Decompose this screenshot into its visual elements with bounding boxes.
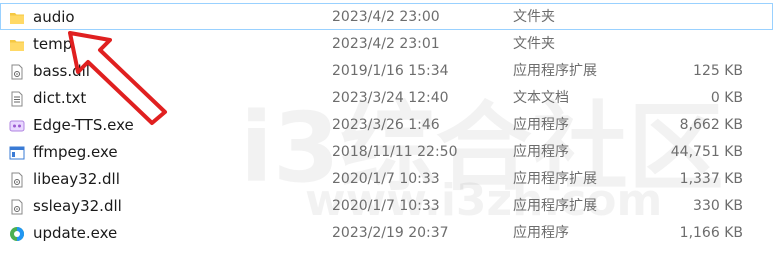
file-size: 44,751 KB xyxy=(670,144,743,160)
file-size: 8,662 KB xyxy=(679,117,743,133)
file-type: 应用程序扩展 xyxy=(513,63,597,79)
file-type: 文本文档 xyxy=(513,90,569,106)
text-file-icon xyxy=(9,90,25,107)
dll-file-icon xyxy=(9,63,25,80)
file-type: 应用程序 xyxy=(513,144,569,160)
file-size: 0 KB xyxy=(710,90,743,106)
file-row-audio[interactable]: audio 2023/4/2 23:00 文件夹 xyxy=(0,3,773,30)
file-row-temp[interactable]: temp 2023/4/2 23:01 文件夹 xyxy=(0,30,773,57)
file-type: 文件夹 xyxy=(513,36,555,52)
file-date: 2020/1/7 10:33 xyxy=(332,198,440,214)
file-row-ssleay32-dll[interactable]: ssleay32.dll 2020/1/7 10:33 应用程序扩展 330 K… xyxy=(0,192,773,219)
file-row-edge-tts-exe[interactable]: Edge-TTS.exe 2023/3/26 1:46 应用程序 8,662 K… xyxy=(0,111,773,138)
file-type: 应用程序扩展 xyxy=(513,198,597,214)
dll-file-icon xyxy=(9,171,25,188)
file-date: 2018/11/11 22:50 xyxy=(332,144,458,160)
file-name: ssleay32.dll xyxy=(33,197,122,215)
file-type: 应用程序扩展 xyxy=(513,171,597,187)
file-name: temp xyxy=(33,35,73,53)
file-date: 2023/4/2 23:00 xyxy=(332,9,440,25)
file-row-libeay32-dll[interactable]: libeay32.dll 2020/1/7 10:33 应用程序扩展 1,337… xyxy=(0,165,773,192)
update-app-icon xyxy=(9,225,25,241)
file-date: 2019/1/16 15:34 xyxy=(332,63,449,79)
file-row-update-exe[interactable]: update.exe 2023/2/19 20:37 应用程序 1,166 KB xyxy=(0,219,773,246)
file-date: 2023/4/2 23:01 xyxy=(332,36,440,52)
file-type: 应用程序 xyxy=(513,225,569,241)
file-name: ffmpeg.exe xyxy=(33,143,118,161)
file-list: audio 2023/4/2 23:00 文件夹 temp 2023/4/2 2… xyxy=(0,0,773,243)
file-row-ffmpeg-exe[interactable]: ffmpeg.exe 2018/11/11 22:50 应用程序 44,751 … xyxy=(0,138,773,165)
dll-file-icon xyxy=(9,198,25,215)
file-size: 1,166 KB xyxy=(679,225,743,241)
file-date: 2023/3/26 1:46 xyxy=(332,117,440,133)
file-name: libeay32.dll xyxy=(33,170,120,188)
file-size: 1,337 KB xyxy=(679,171,743,187)
file-size: 330 KB xyxy=(693,198,743,214)
folder-icon xyxy=(9,36,25,52)
file-name: Edge-TTS.exe xyxy=(33,116,134,134)
file-name: update.exe xyxy=(33,224,118,242)
file-name: audio xyxy=(33,8,75,26)
file-date: 2023/2/19 20:37 xyxy=(332,225,449,241)
file-size: 125 KB xyxy=(693,63,743,79)
file-name: dict.txt xyxy=(33,89,87,107)
exe-window-icon xyxy=(9,144,25,160)
file-row-dict-txt[interactable]: dict.txt 2023/3/24 12:40 文本文档 0 KB xyxy=(0,84,773,111)
file-type: 应用程序 xyxy=(513,117,569,133)
folder-icon xyxy=(9,9,25,25)
file-date: 2020/1/7 10:33 xyxy=(332,171,440,187)
edge-tts-app-icon xyxy=(9,117,25,133)
file-type: 文件夹 xyxy=(513,9,555,25)
file-date: 2023/3/24 12:40 xyxy=(332,90,449,106)
file-name: bass.dll xyxy=(33,62,90,80)
file-row-bass-dll[interactable]: bass.dll 2019/1/16 15:34 应用程序扩展 125 KB xyxy=(0,57,773,84)
